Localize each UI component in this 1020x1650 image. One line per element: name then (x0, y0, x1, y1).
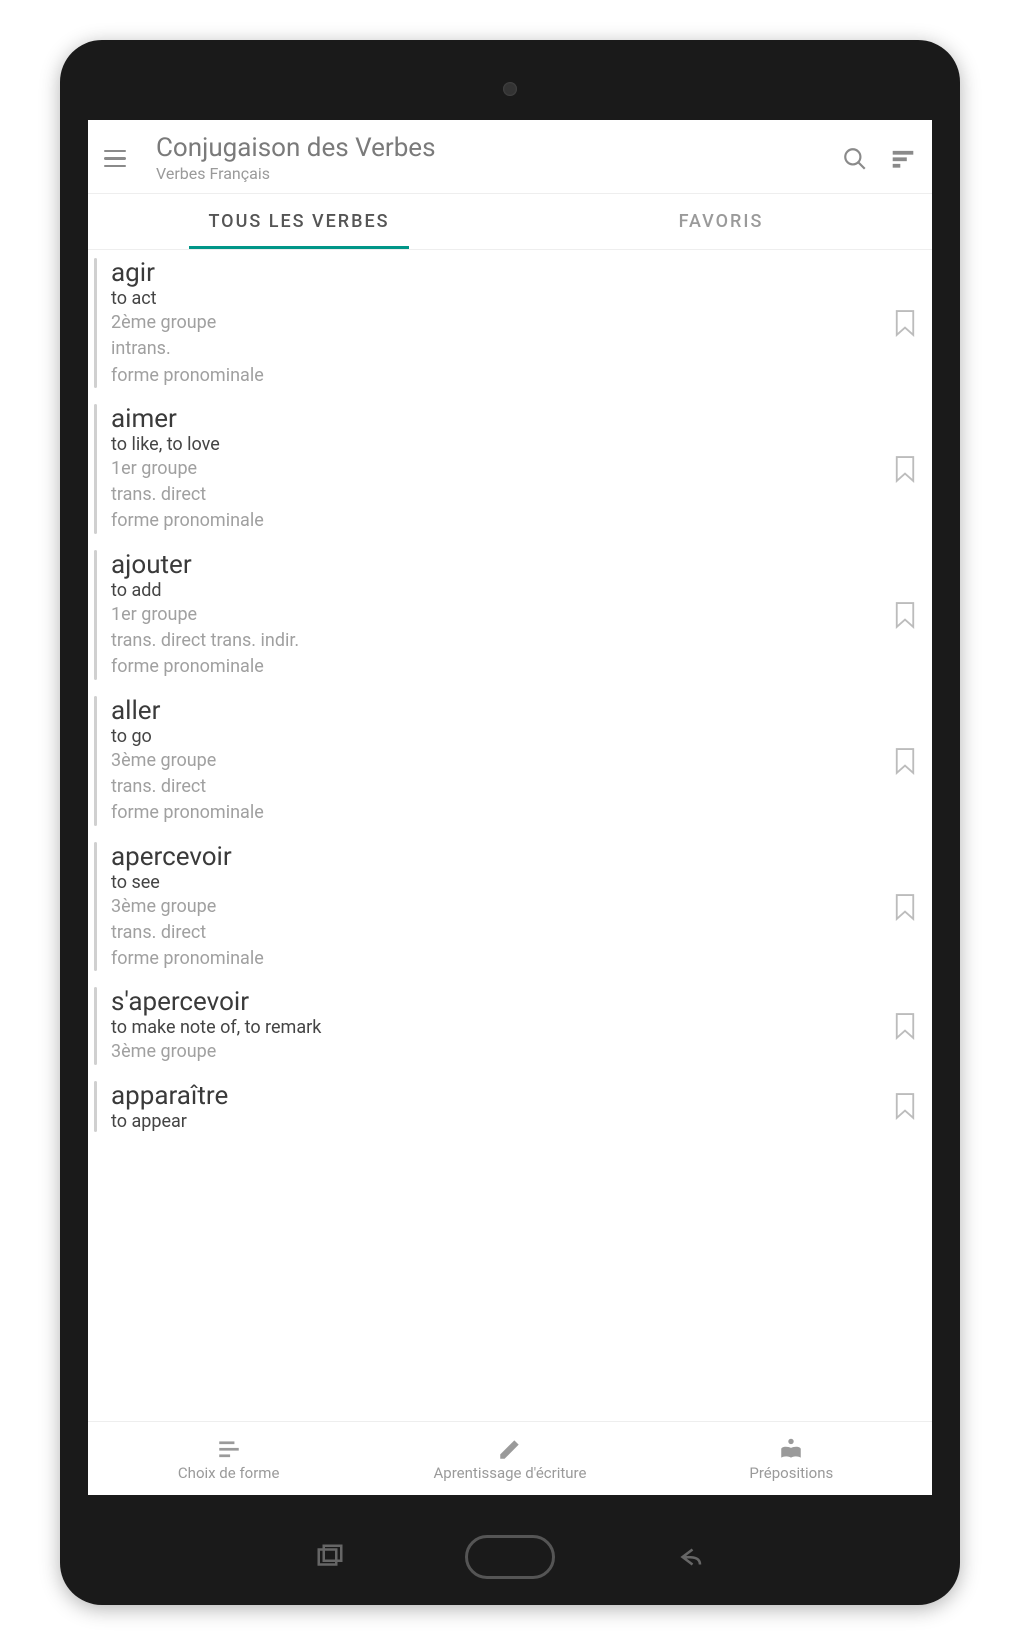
tabs: TOUS LES VERBES FAVORIS (88, 194, 932, 250)
app-subtitle: Verbes Français (156, 164, 820, 183)
verb-word: s'apercevoir (111, 987, 884, 1017)
recent-apps-icon[interactable] (315, 1542, 345, 1572)
verb-pron: forme pronominale (111, 509, 884, 533)
sort-icon[interactable] (890, 146, 916, 172)
verb-translation: to appear (111, 1111, 884, 1132)
verb-word: apercevoir (111, 842, 884, 872)
list-item[interactable]: aller to go 3ème groupe trans. direct fo… (88, 688, 932, 834)
verb-group: 3ème groupe (111, 895, 884, 919)
list-item[interactable]: s'apercevoir to make note of, to remark … (88, 979, 932, 1072)
nav-prepositions[interactable]: Prépositions (651, 1422, 932, 1495)
verb-translation: to act (111, 288, 884, 309)
item-content: ajouter to add 1er groupe trans. direct … (111, 550, 884, 680)
book-icon (778, 1436, 804, 1462)
app-title: Conjugaison des Verbes (156, 134, 820, 163)
list-icon (216, 1436, 242, 1462)
item-content: aller to go 3ème groupe trans. direct fo… (111, 696, 884, 826)
item-content: aimer to like, to love 1er groupe trans.… (111, 404, 884, 534)
front-camera (503, 82, 517, 96)
app-screen: Conjugaison des Verbes Verbes Français T… (88, 120, 932, 1495)
item-content: agir to act 2ème groupe intrans. forme p… (111, 258, 884, 388)
list-item[interactable]: apparaître to appear (88, 1073, 932, 1140)
item-accent (94, 987, 97, 1064)
bookmark-icon[interactable] (894, 601, 916, 629)
nav-form-choice[interactable]: Choix de forme (88, 1422, 369, 1495)
verb-pron: forme pronominale (111, 801, 884, 825)
menu-icon[interactable] (104, 145, 132, 173)
verb-group: 2ème groupe (111, 311, 884, 335)
bookmark-icon[interactable] (894, 893, 916, 921)
verb-group: 3ème groupe (111, 1040, 884, 1064)
bookmark-icon[interactable] (894, 455, 916, 483)
verb-word: apparaître (111, 1081, 884, 1111)
verb-pron: forme pronominale (111, 655, 884, 679)
nav-label: Prépositions (749, 1464, 833, 1482)
tab-all-verbs[interactable]: TOUS LES VERBES (88, 194, 510, 249)
list-item[interactable]: apercevoir to see 3ème groupe trans. dir… (88, 834, 932, 980)
list-item[interactable]: ajouter to add 1er groupe trans. direct … (88, 542, 932, 688)
verb-transit: trans. direct (111, 775, 884, 799)
title-block: Conjugaison des Verbes Verbes Français (156, 134, 820, 184)
nav-writing[interactable]: Aprentissage d'écriture (369, 1422, 650, 1495)
pencil-icon (497, 1436, 523, 1462)
verb-pron: forme pronominale (111, 947, 884, 971)
verb-pron: forme pronominale (111, 364, 884, 388)
verb-translation: to make note of, to remark (111, 1017, 884, 1038)
bookmark-icon[interactable] (894, 1092, 916, 1120)
bookmark-icon[interactable] (894, 747, 916, 775)
app-bar: Conjugaison des Verbes Verbes Français (88, 120, 932, 194)
verb-transit: trans. direct trans. indir. (111, 629, 884, 653)
verb-translation: to see (111, 872, 884, 893)
search-icon[interactable] (842, 146, 868, 172)
verb-word: aimer (111, 404, 884, 434)
verb-transit: trans. direct (111, 921, 884, 945)
item-content: s'apercevoir to make note of, to remark … (111, 987, 884, 1064)
verb-group: 1er groupe (111, 457, 884, 481)
verb-list[interactable]: agir to act 2ème groupe intrans. forme p… (88, 250, 932, 1421)
item-accent (94, 696, 97, 826)
verb-translation: to like, to love (111, 434, 884, 455)
hardware-buttons (60, 1535, 960, 1579)
bookmark-icon[interactable] (894, 309, 916, 337)
verb-group: 1er groupe (111, 603, 884, 627)
item-accent (94, 404, 97, 534)
verb-translation: to go (111, 726, 884, 747)
item-accent (94, 1081, 97, 1132)
verb-transit: trans. direct (111, 483, 884, 507)
item-content: apercevoir to see 3ème groupe trans. dir… (111, 842, 884, 972)
list-item[interactable]: aimer to like, to love 1er groupe trans.… (88, 396, 932, 542)
tablet-frame: Conjugaison des Verbes Verbes Français T… (60, 40, 960, 1605)
nav-label: Aprentissage d'écriture (434, 1464, 587, 1482)
nav-label: Choix de forme (178, 1464, 279, 1482)
bookmark-icon[interactable] (894, 1012, 916, 1040)
verb-word: ajouter (111, 550, 884, 580)
back-icon[interactable] (675, 1542, 705, 1572)
item-content: apparaître to appear (111, 1081, 884, 1132)
verb-translation: to add (111, 580, 884, 601)
item-accent (94, 258, 97, 388)
verb-word: aller (111, 696, 884, 726)
item-accent (94, 842, 97, 972)
home-button[interactable] (465, 1535, 555, 1579)
verb-word: agir (111, 258, 884, 288)
list-item[interactable]: agir to act 2ème groupe intrans. forme p… (88, 250, 932, 396)
tab-favorites[interactable]: FAVORIS (510, 194, 932, 249)
item-accent (94, 550, 97, 680)
verb-group: 3ème groupe (111, 749, 884, 773)
verb-transit: intrans. (111, 337, 884, 361)
bottom-nav: Choix de forme Aprentissage d'écriture P… (88, 1421, 932, 1495)
